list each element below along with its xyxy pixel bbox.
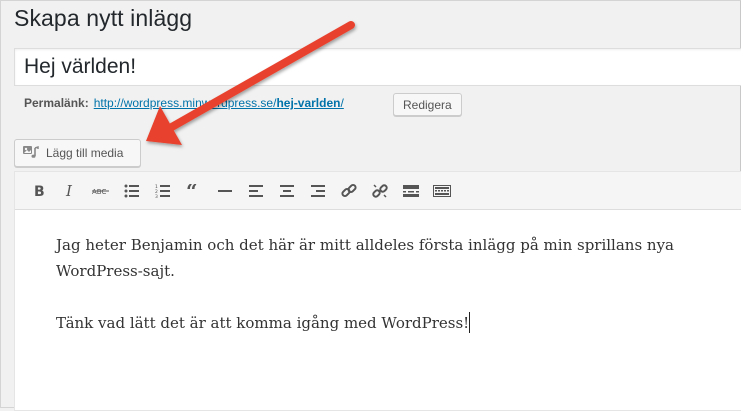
- strikethrough-icon[interactable]: ABC: [85, 176, 116, 206]
- permalink-trailing: /: [340, 96, 344, 110]
- toolbar-toggle-icon[interactable]: [426, 176, 457, 206]
- permalink-link[interactable]: http://wordpress.minwordpress.se/hej-var…: [94, 96, 344, 110]
- permalink-base: http://wordpress.minwordpress.se/: [93, 96, 277, 110]
- svg-text:ABC: ABC: [92, 188, 106, 196]
- horizontal-rule-icon[interactable]: [209, 176, 240, 206]
- editor-toolbar: B I ABC 123 “: [15, 172, 741, 210]
- content-paragraph: Tänk vad lätt det är att komma igång med…: [56, 314, 470, 332]
- align-left-icon[interactable]: [240, 176, 271, 206]
- numbered-list-icon[interactable]: 123: [147, 176, 178, 206]
- add-media-label: Lägg till media: [46, 146, 124, 160]
- blockquote-icon[interactable]: “: [178, 176, 209, 206]
- remove-link-icon[interactable]: [364, 176, 395, 206]
- post-title-input[interactable]: [14, 48, 741, 86]
- permalink-row: Permalänk: http://wordpress.minwordpress…: [24, 96, 344, 110]
- permalink-label: Permalänk:: [24, 96, 89, 110]
- bullet-list-icon[interactable]: [116, 176, 147, 206]
- bold-icon[interactable]: B: [23, 176, 54, 206]
- add-media-button[interactable]: Lägg till media: [14, 139, 141, 167]
- post-editor[interactable]: B I ABC 123 “ Jag heter Benjamin och det…: [14, 171, 741, 411]
- read-more-icon[interactable]: [395, 176, 426, 206]
- italic-icon[interactable]: I: [54, 176, 85, 206]
- content-paragraph: Jag heter Benjamin och det här är mitt a…: [56, 236, 675, 280]
- align-right-icon[interactable]: [302, 176, 333, 206]
- svg-text:“: “: [186, 184, 198, 198]
- edit-permalink-button[interactable]: Redigera: [393, 93, 462, 116]
- content-paragraph-cursor: Tänk vad lätt det är att komma igång med…: [56, 310, 736, 336]
- svg-text:3: 3: [155, 194, 158, 198]
- editor-content[interactable]: Jag heter Benjamin och det här är mitt a…: [56, 232, 736, 362]
- svg-text:B: B: [34, 184, 45, 199]
- text-cursor: [469, 312, 471, 333]
- add-media-icon: [22, 144, 46, 163]
- svg-text:I: I: [65, 183, 73, 199]
- permalink-slug: hej-varlden: [276, 96, 341, 110]
- page-title: Skapa nytt inlägg: [14, 5, 193, 31]
- align-center-icon[interactable]: [271, 176, 302, 206]
- insert-link-icon[interactable]: [333, 176, 364, 206]
